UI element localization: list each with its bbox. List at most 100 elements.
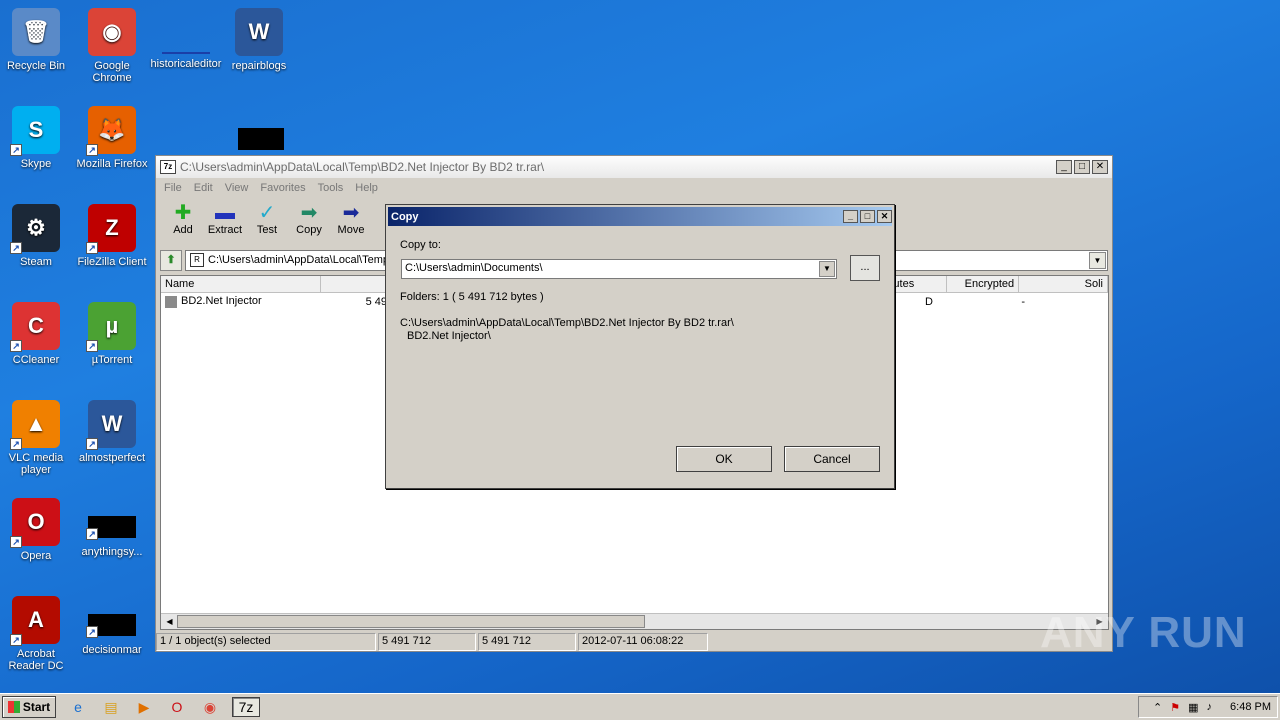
flag-warning-icon[interactable]: ⚑ [1170,701,1180,714]
shortcut-arrow-icon: ↗ [86,528,98,540]
close-button[interactable]: ✕ [1092,160,1108,174]
7zip-app-icon: 7z [160,160,176,174]
start-button[interactable]: Start [2,696,56,718]
toolbar-label: Extract [207,224,243,236]
dialog-titlebar[interactable]: Copy _ □ ✕ [388,207,892,226]
app-icon: ↗ [86,516,136,540]
shortcut-arrow-icon: ↗ [10,536,22,548]
copy-to-label: Copy to: [400,239,441,251]
7zip-taskbar-icon[interactable]: 7z [232,697,260,717]
destination-combo[interactable]: C:\Users\admin\Documents\ ▼ [401,259,837,279]
ie-icon[interactable]: e [67,697,89,717]
desktop-icon[interactable]: ↗ decisionmar [74,596,150,656]
menu-tools[interactable]: Tools [318,182,344,194]
app-icon: C ↗ [10,302,60,352]
desktop-icon[interactable]: ◉ Google Chrome [74,8,150,84]
media-player-icon[interactable]: ▶ [133,697,155,717]
desktop-icon[interactable]: S ↗ Skype [0,106,74,170]
desktop-icon-label: Recycle Bin [6,60,66,72]
network-icon[interactable]: ▦ [1188,701,1198,714]
desktop-icon[interactable]: 🗑 Recycle Bin [0,8,74,72]
cancel-button[interactable]: Cancel [784,446,880,472]
desktop-icon[interactable]: ⚙ ↗ Steam [0,204,74,268]
menu-bar: File Edit View Favorites Tools Help [156,178,1112,198]
toolbar-move-button[interactable]: ➡ Move [330,198,372,248]
desktop-icon[interactable]: Z ↗ FileZilla Client [74,204,150,268]
desktop-icon[interactable]: Wrepairblogs [221,8,297,72]
dialog-close-button[interactable]: ✕ [877,210,892,223]
app-icon: 🦊 ↗ [86,106,136,156]
app-icon: 🗑 [12,8,60,56]
explorer-icon[interactable]: ▤ [100,697,122,717]
watermark-logo: ANY RUN [1040,608,1247,657]
desktop-icon[interactable]: 🦊 ↗ Mozilla Firefox [74,106,150,170]
desktop-icon-label: anythingsy... [81,546,143,558]
redacted-icon [238,128,284,150]
menu-favorites[interactable]: Favorites [260,182,305,194]
window-titlebar[interactable]: 7z C:\Users\admin\AppData\Local\Temp\BD2… [156,156,1112,178]
chrome-icon[interactable]: ◉ [199,697,221,717]
menu-edit[interactable]: Edit [194,182,213,194]
menu-help[interactable]: Help [355,182,378,194]
windows-flag-icon [7,701,20,713]
desktop-icon-label: Opera [20,550,52,562]
scroll-left-icon[interactable]: ◀ [162,615,177,628]
desktop-icon-label: VLC media player [8,452,64,476]
maximize-button[interactable]: □ [1074,160,1090,174]
horizontal-scrollbar[interactable]: ◀ ▶ [161,613,1108,629]
status-modified: 2012-07-11 06:08:22 [578,633,708,651]
app-icon: S ↗ [10,106,60,156]
desktop-icon[interactable]: C ↗ CCleaner [0,302,74,366]
column-encrypted[interactable]: Encrypted [947,276,1020,292]
file-encrypted-cell: - [1021,295,1025,308]
app-icon: µ ↗ [86,302,136,352]
desktop-icon[interactable]: O ↗ Opera [0,498,74,562]
volume-icon[interactable]: ♪ [1207,701,1213,713]
move-icon: ➡ [342,202,360,224]
add-icon: ✚ [174,202,192,224]
minimize-button[interactable]: _ [1056,160,1072,174]
browse-button[interactable]: ... [850,255,880,281]
dialog-minimize-button[interactable]: _ [843,210,858,223]
toolbar-extract-button[interactable]: ▬ Extract [204,198,246,248]
status-selection: 1 / 1 object(s) selected [156,633,376,651]
status-packed: 5 491 712 [478,633,576,651]
toolbar-add-button[interactable]: ✚ Add [162,198,204,248]
desktop-icon[interactable]: ▲ ↗ VLC media player [0,400,74,476]
dialog-maximize-button[interactable]: □ [860,210,875,223]
toolbar-copy-button[interactable]: ➡ Copy [288,198,330,248]
destination-dropdown-icon[interactable]: ▼ [819,261,835,277]
desktop-icon[interactable]: A ↗ Acrobat Reader DC [0,596,74,672]
column-name[interactable]: Name [161,276,321,292]
ok-button[interactable]: OK [676,446,772,472]
desktop-icon-label: historicaleditor [150,58,222,70]
scrollbar-thumb[interactable] [177,615,645,628]
archive-icon: R [190,253,204,267]
desktop-icon[interactable]: historicaleditor [148,8,224,70]
column-attributes[interactable]: utes [889,276,948,292]
address-dropdown-icon[interactable]: ▼ [1089,251,1106,269]
desktop-icon-label: FileZilla Client [77,256,147,268]
shortcut-arrow-icon: ↗ [86,242,98,254]
desktop-icon-label: almostperfect [78,452,146,464]
menu-view[interactable]: View [225,182,249,194]
opera-icon[interactable]: O [166,697,188,717]
up-folder-button[interactable]: ⬆ [160,249,182,271]
tray-expand-icon[interactable]: ⌃ [1153,701,1162,714]
app-icon [162,52,210,54]
desktop-icon-label: µTorrent [91,354,133,366]
app-icon: W [235,8,283,56]
column-solid[interactable]: Soli [1019,276,1108,292]
desktop-icon[interactable]: W ↗ almostperfect [74,400,150,464]
desktop-icon[interactable]: ↗ anythingsy... [74,498,150,558]
desktop-icon-label: Google Chrome [92,60,132,84]
source-path-line2: BD2.Net Injector\ [407,330,491,342]
app-icon: ◉ [88,8,136,56]
file-attributes-cell: D [925,295,933,308]
desktop-icon[interactable]: µ ↗ µTorrent [74,302,150,366]
app-icon: ▲ ↗ [10,400,60,450]
clock[interactable]: 6:48 PM [1230,701,1271,713]
folder-icon [165,295,177,308]
menu-file[interactable]: File [164,182,182,194]
toolbar-test-button[interactable]: ✓ Test [246,198,288,248]
